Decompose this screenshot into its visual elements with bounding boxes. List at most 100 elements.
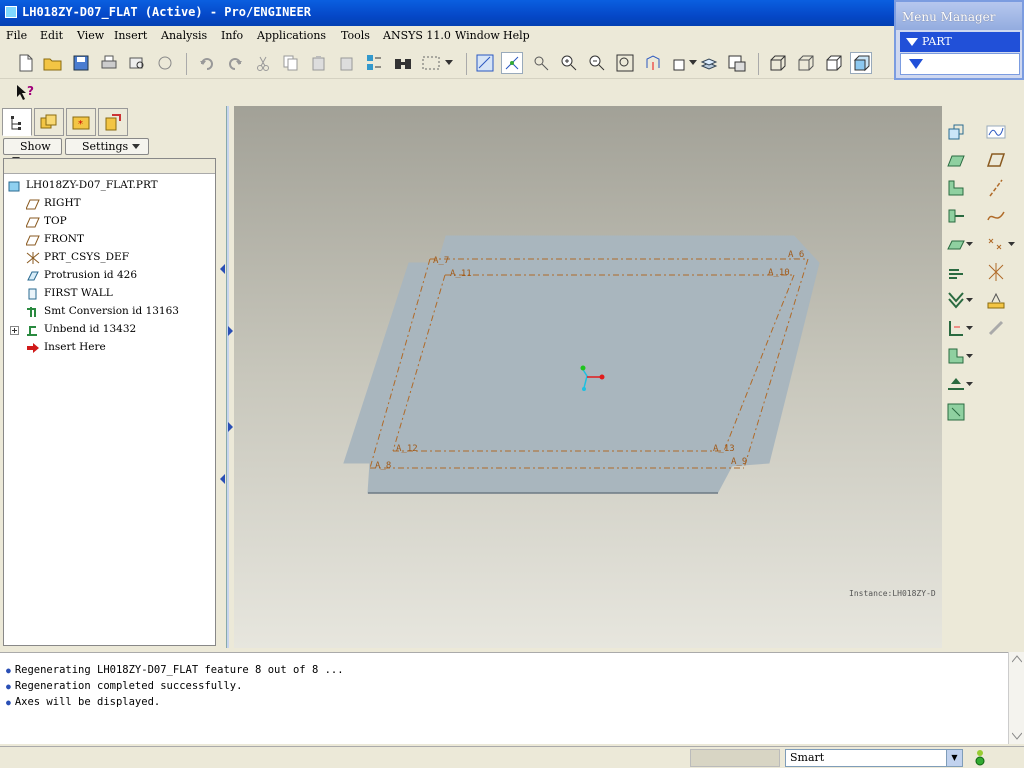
print-icon[interactable] — [98, 52, 120, 74]
model-view[interactable]: A_7 A_11 A_6 A_10 A_12 A_8 A_13 A_9 Inst… — [234, 106, 942, 648]
context-help-icon[interactable]: ? — [14, 81, 36, 103]
edge-rip-icon[interactable] — [944, 400, 968, 424]
secondary-toolbar: ? — [0, 80, 894, 104]
tree-item-label: PRT_CSYS_DEF — [44, 251, 130, 263]
paste-special-icon[interactable] — [336, 52, 358, 74]
message-area: Regenerating LH018ZY-D07_FLAT feature 8 … — [0, 652, 1008, 744]
scroll-up-icon[interactable] — [1012, 655, 1022, 663]
tree-item-label: Protrusion id 426 — [44, 269, 138, 281]
datum-axes-display-icon[interactable] — [501, 52, 523, 74]
open-folder-icon[interactable] — [42, 52, 64, 74]
chevron-down-icon[interactable] — [964, 316, 974, 340]
menu-manager-submenu[interactable] — [900, 53, 1020, 75]
smt-conversion-tool-icon[interactable] — [944, 120, 968, 144]
undo-icon[interactable] — [196, 52, 218, 74]
selection-filter-dropdown[interactable]: Smart ▼ — [785, 749, 963, 767]
chevron-down-icon — [132, 144, 141, 149]
title-bar: LH018ZY-D07_FLAT (Active) - Pro/ENGINEER — [0, 0, 1024, 26]
collapse-arrow-icon[interactable] — [220, 264, 226, 274]
chevron-down-icon[interactable] — [1004, 232, 1018, 256]
datum-plane-tool-icon[interactable] — [984, 148, 1008, 172]
settings-dropdown[interactable]: Settings — [65, 138, 149, 155]
find-icon[interactable] — [392, 52, 414, 74]
tab-connections[interactable] — [98, 108, 128, 136]
message-line: Axes will be displayed. — [6, 696, 160, 708]
menu-view[interactable]: View — [77, 29, 104, 42]
settings-label: Settings — [82, 140, 129, 153]
chevron-down-icon[interactable] — [688, 52, 698, 74]
datum-plane-display-icon[interactable] — [474, 52, 496, 74]
menu-ansys[interactable]: ANSYS 11.0 — [383, 29, 451, 42]
chevron-down-icon[interactable] — [964, 344, 974, 368]
tree-item-unbend[interactable]: Unbend id 13432 — [10, 322, 210, 338]
menu-tools[interactable]: Tools — [341, 29, 370, 42]
insert-arrow-icon — [27, 343, 39, 353]
svg-text:*: * — [78, 119, 83, 130]
chevron-down-icon[interactable] — [964, 288, 974, 312]
expand-plus-icon[interactable] — [10, 326, 19, 335]
extend-wall-icon[interactable] — [944, 204, 968, 228]
menu-manager: Menu Manager PART — [894, 0, 1024, 80]
layers-icon[interactable] — [698, 52, 720, 74]
chevron-down-icon[interactable] — [442, 52, 456, 74]
chevron-down-icon[interactable] — [964, 372, 974, 396]
paste-icon[interactable] — [308, 52, 330, 74]
graphics-window[interactable]: A_7 A_11 A_6 A_10 A_12 A_8 A_13 A_9 Inst… — [234, 106, 942, 648]
datum-points-display-icon[interactable] — [530, 52, 552, 74]
chevron-down-icon[interactable]: ▼ — [946, 750, 962, 766]
save-icon[interactable] — [70, 52, 92, 74]
flange-wall-icon[interactable] — [944, 176, 968, 200]
select-box-icon[interactable] — [420, 52, 442, 74]
show-dropdown[interactable]: Show — [3, 138, 62, 162]
shrinkwrap-icon[interactable] — [984, 316, 1008, 340]
regenerate-icon[interactable] — [364, 52, 386, 74]
refit-icon[interactable] — [614, 52, 636, 74]
main-toolbar — [0, 47, 894, 79]
bend-back-icon[interactable] — [944, 260, 968, 284]
tree-item-label: Insert Here — [44, 341, 106, 353]
menu-file[interactable]: File — [6, 29, 27, 42]
chevron-down-icon[interactable] — [964, 232, 974, 256]
feature-toolbar — [942, 106, 1024, 648]
zoom-out-icon[interactable] — [586, 52, 608, 74]
tree-item-label: LH018ZY-D07_FLAT.PRT — [26, 179, 158, 191]
menu-applications[interactable]: Applications — [257, 29, 326, 42]
menu-analysis[interactable]: Analysis — [161, 29, 207, 42]
wireframe-icon[interactable] — [766, 52, 788, 74]
menu-edit[interactable]: Edit — [40, 29, 63, 42]
collapse-arrow-icon[interactable] — [220, 474, 226, 484]
menu-manager-part[interactable]: PART — [900, 32, 1020, 52]
new-file-icon[interactable] — [15, 52, 37, 74]
tab-folder-browser[interactable] — [34, 108, 64, 136]
axis-label: A_12 — [396, 444, 418, 454]
no-hidden-icon[interactable] — [822, 52, 844, 74]
hidden-line-icon[interactable] — [794, 52, 816, 74]
panel-splitter[interactable] — [220, 106, 234, 648]
mail-icon[interactable] — [154, 52, 176, 74]
analysis-icon[interactable] — [984, 288, 1008, 312]
csys-tool-icon[interactable] — [984, 260, 1008, 284]
zoom-in-icon[interactable] — [558, 52, 580, 74]
folder-browser-icon — [40, 114, 57, 129]
shading-icon[interactable] — [850, 52, 872, 74]
splitter-bar[interactable] — [226, 106, 229, 648]
scroll-down-icon[interactable] — [1012, 732, 1022, 740]
menu-info[interactable]: Info — [221, 29, 243, 42]
view-manager-icon[interactable] — [726, 52, 748, 74]
menu-window[interactable]: Window — [455, 29, 500, 42]
redo-icon[interactable] — [224, 52, 246, 74]
menu-insert[interactable]: Insert — [114, 29, 147, 42]
datum-axis-tool-icon[interactable] — [984, 176, 1008, 200]
datum-curve-icon[interactable] — [984, 204, 1008, 228]
menu-help[interactable]: Help — [503, 29, 530, 42]
print-preview-icon[interactable] — [126, 52, 148, 74]
flat-wall-icon[interactable] — [944, 148, 968, 172]
reorient-icon[interactable] — [642, 52, 664, 74]
copy-icon[interactable] — [280, 52, 302, 74]
cut-icon[interactable] — [252, 52, 274, 74]
message-scrollbar[interactable] — [1008, 652, 1024, 744]
tab-favorites[interactable]: * — [66, 108, 96, 136]
model-tree: LH018ZY-D07_FLAT.PRT RIGHT TOP FRONT PRT… — [3, 158, 216, 646]
tab-model-tree[interactable] — [2, 108, 32, 136]
datum-curve-sketch-icon[interactable] — [984, 120, 1008, 144]
